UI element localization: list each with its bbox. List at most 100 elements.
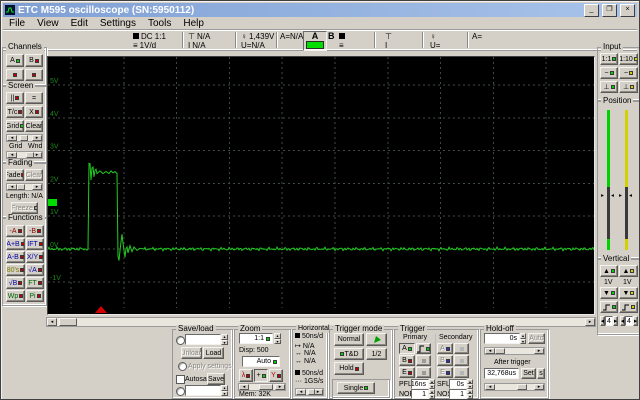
position-handle-b-icon[interactable]: ◂ (629, 193, 632, 199)
trigger-level-marker[interactable] (48, 199, 57, 206)
coupling-b-button[interactable]: ~ (619, 67, 638, 79)
grid-toggle-button[interactable]: Grid (6, 120, 24, 132)
fading-scrollbar[interactable]: ◂▸ (6, 183, 43, 191)
function-sqrt-a-button[interactable]: √A (26, 264, 44, 276)
restore-button[interactable]: ❐ (602, 4, 617, 17)
minimize-button[interactable]: _ (584, 4, 599, 17)
nos-spinner[interactable]: ▴▾ (467, 389, 473, 399)
split-vertical-button[interactable]: || (6, 92, 24, 104)
zoom-cursor-a-button[interactable]: λ (239, 369, 253, 382)
save-slot-radio-2[interactable] (176, 387, 185, 396)
after-trigger-field[interactable]: 32,768us (484, 368, 519, 379)
channel-b-option-button[interactable] (25, 69, 43, 81)
hold-off-spinner[interactable]: ▴▾ (520, 333, 526, 344)
function-neg-b-button[interactable]: -B (26, 225, 44, 237)
sfl-field[interactable]: 0s (449, 379, 467, 389)
sfl-spinner[interactable]: ▴▾ (467, 379, 473, 389)
save-slot-radio-1[interactable] (176, 336, 185, 345)
position-handle-a-icon[interactable]: ▸ (601, 193, 604, 199)
pfl-spinner[interactable]: ▴▾ (429, 379, 435, 389)
function-80s-button[interactable]: 80's (6, 264, 25, 276)
function-a-minus-b-button[interactable]: A-B (6, 251, 25, 263)
fine-scale-a-button[interactable] (600, 301, 618, 313)
primary-source-b-button[interactable]: B (399, 355, 415, 366)
ground-a-button[interactable]: ⊥ (600, 81, 618, 93)
primary-source-e-button[interactable]: E (399, 367, 415, 378)
menu-view[interactable]: View (31, 18, 65, 29)
channel-a-option-button[interactable] (6, 69, 24, 81)
save-file-spinner[interactable]: ▴▾ (221, 385, 228, 396)
scale-down-b-button[interactable]: ▼ (619, 287, 638, 299)
primary-edge-b-button[interactable] (416, 355, 431, 366)
load-file-field[interactable] (185, 334, 221, 345)
primary-edge-e-button[interactable] (416, 367, 431, 378)
function-xy-button[interactable]: X/Y (26, 251, 44, 263)
menu-file[interactable]: File (3, 18, 31, 29)
load-button[interactable]: Load (203, 347, 224, 359)
position-handle-a-icon[interactable]: ◂ (611, 193, 614, 199)
function-sqrt-b-button[interactable]: √B (6, 277, 25, 289)
fade-button[interactable]: Fade (6, 169, 24, 181)
scope-display[interactable]: 5V4V3V2V1V0V-1V (47, 56, 595, 315)
position-slider-b[interactable] (625, 110, 628, 250)
probe-1-1-a-button[interactable]: 1:1 (600, 53, 618, 65)
nop-field[interactable]: 1 (411, 389, 429, 399)
autosave-checkbox[interactable] (176, 375, 185, 384)
channel-a-button[interactable]: A (6, 54, 24, 67)
hold-button[interactable]: Hold (334, 362, 364, 375)
nop-spinner[interactable]: ▴▾ (429, 389, 435, 399)
step-value-b[interactable]: 4 (625, 316, 633, 326)
after-trigger-set-button[interactable]: Set (521, 368, 536, 379)
function-ft-button[interactable]: FT (26, 277, 44, 289)
primary-edge-a-button[interactable] (416, 343, 431, 354)
scale-up-a-button[interactable]: ▲ (600, 265, 618, 277)
channel-b-button[interactable]: B (25, 54, 43, 67)
scale-down-a-button[interactable]: ▼ (600, 287, 618, 299)
half-level-button[interactable]: 1/2 (366, 348, 387, 360)
step-right-b-button[interactable]: ▸ (633, 316, 638, 326)
function-pi-button[interactable]: Pi (26, 290, 44, 302)
menu-settings[interactable]: Settings (94, 18, 142, 29)
step-value-a[interactable]: 4 (605, 316, 613, 326)
zoom-ratio-spinner[interactable]: ▴▾ (274, 333, 281, 344)
function-ift-button[interactable]: IFT (26, 238, 44, 250)
normal-trigger-button[interactable]: Normal (334, 333, 364, 346)
grid-brightness-scrollbar[interactable]: ◂▸ (6, 134, 43, 142)
ground-b-button[interactable]: ⊥ (619, 81, 638, 93)
function-a-plus-b-button[interactable]: A+B (6, 238, 25, 250)
menu-help[interactable]: Help (177, 18, 210, 29)
scale-up-b-button[interactable]: ▲ (619, 265, 638, 277)
position-slider-a[interactable] (607, 110, 610, 250)
tc-button[interactable]: T/c (6, 106, 24, 118)
hold-off-scrollbar[interactable]: ◂▸ (484, 347, 545, 355)
split-horizontal-button[interactable]: = (25, 92, 43, 104)
apply-settings-radio[interactable] (178, 362, 187, 371)
zoom-cursor-cross-button[interactable]: + (254, 369, 268, 382)
step-right-a-button[interactable]: ▸ (613, 316, 618, 326)
zoom-scrollbar[interactable]: ◂▸ (238, 383, 286, 391)
load-file-spinner[interactable]: ▴▾ (221, 334, 228, 345)
single-trigger-button[interactable]: Single (337, 382, 375, 394)
close-button[interactable]: × (620, 4, 635, 17)
zoom-cursor-y-button[interactable]: Y (269, 369, 283, 382)
menu-tools[interactable]: Tools (142, 18, 177, 29)
channel-a-selector[interactable]: A (303, 31, 327, 51)
after-trigger-scrollbar[interactable]: ◂▸ (484, 383, 545, 391)
td-mode-button[interactable]: T&D (334, 348, 364, 360)
nos-field[interactable]: 1 (449, 389, 467, 399)
zoom-auto-field[interactable]: Auto (242, 356, 280, 367)
position-handle-b-icon[interactable]: ▸ (619, 193, 622, 199)
function-neg-a-button[interactable]: -A (6, 225, 25, 237)
zoom-ratio-field[interactable]: 1:1 (239, 333, 273, 344)
after-trigger-unit-button[interactable]: s (537, 368, 545, 379)
function-wp-button[interactable]: Wp (6, 290, 25, 302)
save-button[interactable]: Save (207, 373, 225, 385)
hold-off-field[interactable]: 0s (484, 333, 520, 344)
channel-b-label[interactable]: B (328, 32, 335, 40)
save-file-field[interactable] (185, 385, 221, 396)
horizontal-scrollbar[interactable]: ◂▸ (295, 388, 324, 396)
auto-trigger-button[interactable] (366, 333, 387, 346)
screen-clear-button[interactable]: Clear (25, 120, 43, 132)
probe-1-10-b-button[interactable]: 1:10 (619, 53, 638, 65)
trigger-position-marker[interactable] (95, 306, 107, 313)
